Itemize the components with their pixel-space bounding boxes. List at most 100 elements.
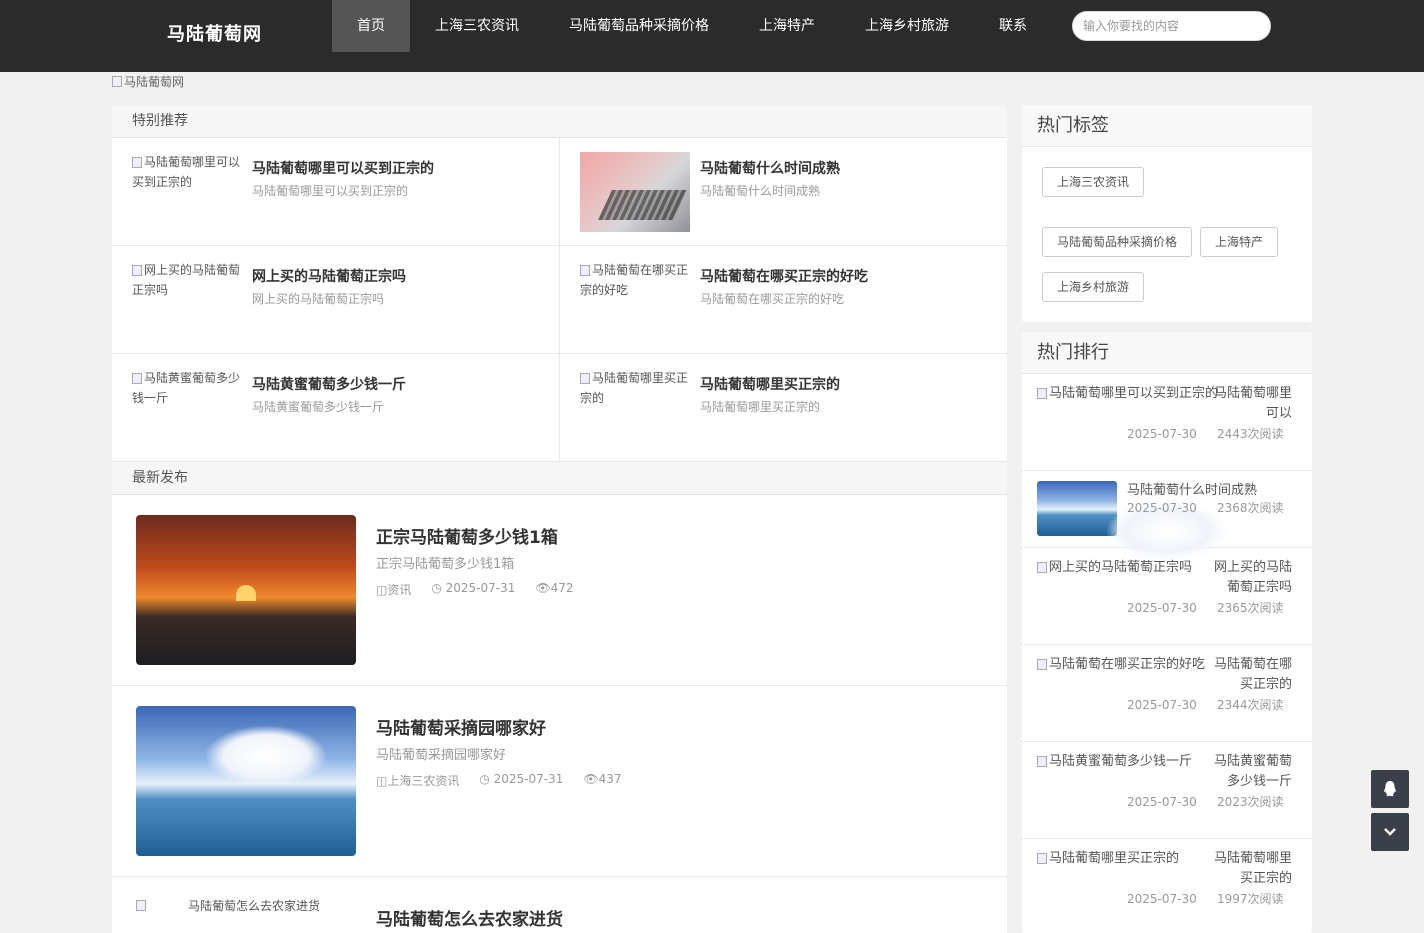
thumb-alt: 马陆黄蜜葡萄多少钱一斤 [132, 371, 241, 405]
rank-meta: 2025-07-30 2344次阅读 [1127, 695, 1297, 715]
rank-item[interactable]: 马陆葡萄哪里买正宗的 马陆葡萄哪里买正宗的 2025-07-30 1997次阅读 [1022, 839, 1312, 933]
recommend-title[interactable]: 马陆葡萄在哪买正宗的好吃 [700, 266, 868, 286]
chevron-down-icon [1384, 828, 1396, 836]
rank-item[interactable]: 网上买的马陆葡萄正宗吗 网上买的马陆葡萄正宗吗 2025-07-30 2365次阅… [1022, 548, 1312, 645]
thumb-alt: 马陆葡萄哪里买正宗的 [1049, 851, 1180, 866]
nav-rural-tourism[interactable]: 上海乡村旅游 [840, 0, 974, 52]
banner-image[interactable]: 马陆葡萄网 [112, 73, 184, 90]
news-thumb[interactable]: 马陆葡萄怎么去农家进货 [136, 897, 320, 914]
site-logo[interactable]: 马陆葡萄网 [167, 20, 262, 46]
laptop-photo[interactable] [580, 152, 690, 232]
recommend-item[interactable]: 马陆葡萄哪里买正宗的 马陆葡萄哪里买正宗的 马陆葡萄哪里买正宗的 [560, 354, 1007, 462]
broken-image-icon [132, 373, 142, 384]
news-title[interactable]: 马陆葡萄采摘园哪家好 [376, 714, 546, 739]
rank-title[interactable]: 马陆葡萄哪里可以 [1202, 384, 1292, 424]
thumb-alt: 马陆黄蜜葡萄多少钱一斤 [1049, 754, 1193, 769]
clock-icon: ◷ [479, 772, 494, 786]
recommend-desc: 马陆葡萄什么时间成熟 [700, 184, 821, 198]
eye-icon: 👁 [535, 581, 551, 595]
sky-sea-photo[interactable] [1037, 481, 1227, 561]
recommend-thumb[interactable]: 马陆葡萄哪里买正宗的 [580, 368, 690, 448]
rank-title[interactable]: 马陆葡萄在哪买正宗的 [1202, 655, 1292, 695]
recommend-title[interactable]: 马陆葡萄什么时间成熟 [700, 158, 840, 178]
scroll-down-button[interactable] [1371, 813, 1409, 851]
nav-sannong-news[interactable]: 上海三农资讯 [410, 0, 544, 52]
rank-date: 2025-07-30 [1127, 427, 1197, 441]
rank-date: 2025-07-30 [1127, 892, 1197, 906]
hot-rank-heading: 热门排行 [1022, 332, 1312, 374]
hot-tags-heading: 热门标签 [1022, 105, 1312, 147]
category-label: 上海三农资讯 [387, 774, 460, 788]
recommend-desc: 网上买的马陆葡萄正宗吗 [252, 292, 385, 306]
category-link[interactable]: ◫资讯 [376, 581, 411, 598]
book-icon: ◫ [376, 774, 388, 788]
recommend-item[interactable]: 马陆黄蜜葡萄多少钱一斤 马陆黄蜜葡萄多少钱一斤 马陆黄蜜葡萄多少钱一斤 [112, 354, 560, 462]
news-desc: 正宗马陆葡萄多少钱1箱 [376, 557, 515, 572]
broken-image-icon [580, 373, 590, 384]
rank-views: 2023次阅读 [1217, 795, 1284, 809]
thumb-alt: 马陆葡萄在哪买正宗的好吃 [580, 263, 689, 297]
rank-meta: 2025-07-30 1997次阅读 [1127, 889, 1297, 909]
list-item[interactable]: 马陆葡萄怎么去农家进货 马陆葡萄怎么去农家进货 [112, 877, 1007, 933]
list-item[interactable]: 马陆葡萄采摘园哪家好 马陆葡萄采摘园哪家好 ◫上海三农资讯 ◷ 2025-07-… [112, 686, 1007, 877]
qq-contact-button[interactable] [1371, 770, 1409, 808]
rank-title[interactable]: 马陆葡萄哪里买正宗的 [1202, 849, 1292, 889]
views-label: 472 [550, 581, 574, 595]
rank-views: 2365次阅读 [1217, 601, 1284, 615]
thumb-alt: 马陆葡萄在哪买正宗的好吃 [1049, 657, 1206, 672]
recommend-title[interactable]: 马陆黄蜜葡萄多少钱一斤 [252, 374, 406, 394]
news-meta: ◫资讯 ◷ 2025-07-31 👁472 [376, 581, 574, 598]
rank-item[interactable]: 马陆黄蜜葡萄多少钱一斤 马陆黄蜜葡萄多少钱一斤 2025-07-30 2023次阅… [1022, 742, 1312, 839]
recommend-thumb[interactable]: 马陆葡萄哪里可以买到正宗的 [132, 152, 242, 232]
recommend-thumb[interactable]: 马陆黄蜜葡萄多少钱一斤 [132, 368, 242, 448]
banner-alt-text: 马陆葡萄网 [124, 75, 185, 89]
recommend-item[interactable]: 马陆葡萄在哪买正宗的好吃 马陆葡萄在哪买正宗的好吃 马陆葡萄在哪买正宗的好吃 [560, 246, 1007, 354]
top-header: 马陆葡萄网 首页 上海三农资讯 马陆葡萄品种采摘价格 上海特产 上海乡村旅游 联… [0, 0, 1424, 72]
hot-rank-panel: 热门排行 马陆葡萄哪里可以买到正宗的 马陆葡萄哪里可以 2025-07-30 24… [1022, 332, 1312, 933]
recommend-title[interactable]: 马陆葡萄哪里可以买到正宗的 [252, 158, 434, 178]
rank-meta: 2025-07-30 2365次阅读 [1127, 598, 1297, 618]
rank-item[interactable]: 马陆葡萄什么时间成熟 2025-07-30 2368次阅读 [1022, 471, 1312, 561]
tag-grape-varieties[interactable]: 马陆葡萄品种采摘价格 [1042, 227, 1193, 257]
recommend-item[interactable]: 网上买的马陆葡萄正宗吗 网上买的马陆葡萄正宗吗 网上买的马陆葡萄正宗吗 [112, 246, 560, 354]
sky-sea-photo[interactable] [136, 706, 356, 856]
nav-home[interactable]: 首页 [332, 0, 410, 52]
recommend-thumb[interactable]: 马陆葡萄在哪买正宗的好吃 [580, 260, 690, 340]
nav-grape-varieties[interactable]: 马陆葡萄品种采摘价格 [544, 0, 734, 52]
eye-icon: 👁 [583, 772, 599, 786]
rank-title[interactable]: 马陆黄蜜葡萄多少钱一斤 [1202, 752, 1292, 792]
thumb-alt: 网上买的马陆葡萄正宗吗 [1049, 560, 1193, 575]
rank-views: 2443次阅读 [1217, 427, 1284, 441]
sunset-photo[interactable] [136, 515, 356, 665]
tag-specialties[interactable]: 上海特产 [1200, 227, 1279, 257]
nav-contact[interactable]: 联系 [974, 0, 1052, 52]
recommend-desc: 马陆葡萄在哪买正宗的好吃 [700, 292, 845, 306]
category-link[interactable]: ◫上海三农资讯 [376, 772, 459, 789]
search-input[interactable] [1072, 11, 1271, 41]
rank-title[interactable]: 网上买的马陆葡萄正宗吗 [1202, 558, 1292, 598]
rank-meta: 2025-07-30 2443次阅读 [1127, 424, 1297, 444]
news-title[interactable]: 正宗马陆葡萄多少钱1箱 [376, 523, 558, 548]
tag-rural-tourism[interactable]: 上海乡村旅游 [1042, 272, 1145, 302]
rank-views: 2368次阅读 [1217, 501, 1284, 515]
broken-image-icon [1037, 853, 1047, 864]
news-title[interactable]: 马陆葡萄怎么去农家进货 [376, 905, 563, 930]
tag-sannong-news[interactable]: 上海三农资讯 [1042, 167, 1145, 197]
recommend-item[interactable]: 马陆葡萄什么时间成熟 马陆葡萄什么时间成熟 [560, 138, 1007, 246]
main-content: 特别推荐 马陆葡萄哪里可以买到正宗的 马陆葡萄哪里可以买到正宗的 马陆葡萄哪里可… [112, 105, 1007, 933]
recommend-title[interactable]: 马陆葡萄哪里买正宗的 [700, 374, 840, 394]
broken-image-icon [132, 157, 142, 168]
recommend-item[interactable]: 马陆葡萄哪里可以买到正宗的 马陆葡萄哪里可以买到正宗的 马陆葡萄哪里可以买到正宗… [112, 138, 560, 246]
category-label: 资讯 [387, 583, 412, 597]
latest-heading: 最新发布 [112, 462, 1007, 495]
rank-item[interactable]: 马陆葡萄在哪买正宗的好吃 马陆葡萄在哪买正宗的 2025-07-30 2344次阅… [1022, 645, 1312, 742]
recommend-thumb[interactable]: 网上买的马陆葡萄正宗吗 [132, 260, 242, 340]
rank-date: 2025-07-30 [1127, 698, 1197, 712]
date-label: 2025-07-31 [493, 772, 564, 786]
broken-image-icon [1037, 388, 1047, 399]
date: ◷ 2025-07-31 [431, 581, 515, 598]
nav-specialties[interactable]: 上海特产 [734, 0, 840, 52]
list-item[interactable]: 正宗马陆葡萄多少钱1箱 正宗马陆葡萄多少钱1箱 ◫资讯 ◷ 2025-07-31… [112, 495, 1007, 686]
rank-item[interactable]: 马陆葡萄哪里可以买到正宗的 马陆葡萄哪里可以 2025-07-30 2443次阅读 [1022, 374, 1312, 471]
recommend-title[interactable]: 网上买的马陆葡萄正宗吗 [252, 266, 406, 286]
